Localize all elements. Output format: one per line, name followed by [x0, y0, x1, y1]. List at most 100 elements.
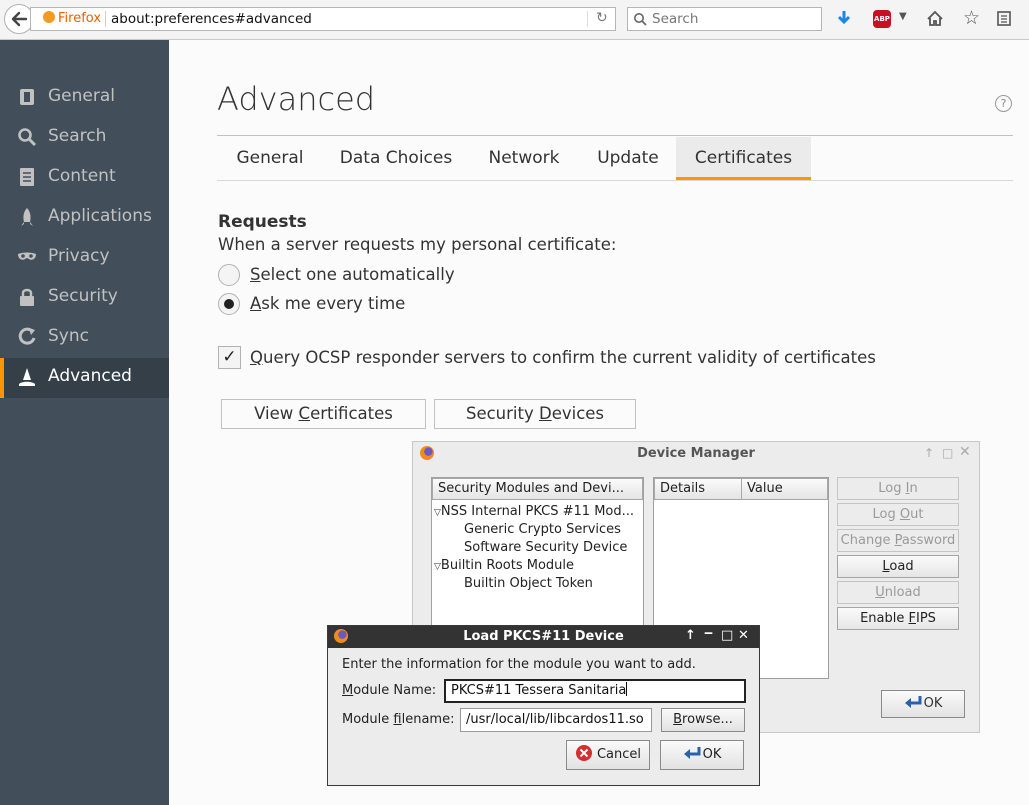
tab-data-choices[interactable]: Data Choices [327, 137, 465, 180]
sidebar-item-privacy[interactable]: Privacy [0, 238, 169, 278]
url-divider [587, 11, 588, 27]
tree-column-header[interactable]: Security Modules and Devi... [432, 478, 643, 500]
module-name-input[interactable]: PKCS#11 Tessera Sanitaria [444, 679, 746, 703]
expand-triangle-icon[interactable]: ▽ [434, 562, 441, 572]
module-filename-input[interactable]: /usr/local/lib/libcardos11.so [460, 708, 652, 732]
sidebar-item-label: Privacy [48, 246, 110, 266]
load-dialog-ok-button[interactable]: OK [660, 740, 744, 770]
advanced-wizard-icon [19, 368, 35, 386]
log-in-button[interactable]: Log In [837, 477, 959, 500]
close-icon[interactable]: ✕ [738, 628, 749, 643]
security-lock-icon [20, 288, 34, 306]
sidebar-item-applications[interactable]: Applications [0, 198, 169, 238]
radio-ask-every-time-label[interactable]: Ask me every time [250, 294, 405, 313]
radio-select-automatically[interactable] [218, 264, 240, 286]
sidebar-item-search[interactable]: Search [0, 118, 169, 158]
unload-button[interactable]: Unload [837, 581, 959, 604]
minimize-icon[interactable]: ‒ [704, 626, 713, 641]
value-column-header[interactable]: Value [741, 478, 828, 500]
radio-select-automatically-label[interactable]: Select one automatically [250, 265, 455, 284]
tab-certificates[interactable]: Certificates [676, 137, 811, 180]
tab-network[interactable]: Network [472, 137, 576, 180]
page-title: Advanced [217, 80, 376, 118]
sidebar-item-sync[interactable]: Sync [0, 318, 169, 358]
sidebar-item-label: Search [48, 126, 107, 146]
adblock-icon[interactable]: ABP [873, 10, 891, 28]
tree-item-builtin-object-token[interactable]: Builtin Object Token [464, 576, 593, 591]
security-devices-button[interactable]: Security Devices [434, 399, 636, 429]
tree-item-generic-crypto[interactable]: Generic Crypto Services [464, 522, 621, 537]
radio-ask-every-time[interactable] [218, 293, 240, 315]
sidebar-item-label: General [48, 86, 115, 106]
maximize-arrow-icon[interactable]: ↑ [924, 446, 934, 460]
ocsp-checkbox-label[interactable]: Query OCSP responder servers to confirm … [250, 348, 876, 367]
title-divider [217, 135, 1013, 136]
sidebar-item-general[interactable]: General [0, 78, 169, 118]
help-icon[interactable]: ? [995, 95, 1012, 112]
device-manager-ok-button[interactable]: OK [881, 690, 965, 718]
navigation-toolbar: Firefox about:preferences#advanced ↻ Sea… [0, 0, 1029, 40]
identity-box[interactable]: Firefox [43, 11, 101, 26]
sidebar-item-label: Applications [48, 206, 152, 226]
sidebar-item-label: Advanced [48, 366, 132, 386]
close-icon[interactable]: ✕ [959, 444, 971, 460]
firefox-logo-icon [43, 11, 55, 23]
details-column-header[interactable]: Details [654, 478, 742, 500]
module-filename-label: Module filename: [342, 712, 455, 727]
sidebar-item-label: Sync [48, 326, 89, 346]
privacy-mask-icon [18, 252, 36, 260]
tabs-divider [217, 180, 1013, 181]
log-out-button[interactable]: Log Out [837, 503, 959, 526]
adblock-dropdown-icon[interactable]: ▼ [899, 11, 907, 22]
tab-general[interactable]: General [220, 137, 320, 180]
requests-description: When a server requests my personal certi… [218, 235, 617, 254]
tree-item-nss-internal[interactable]: ▽NSS Internal PKCS #11 Mod... [434, 504, 634, 519]
tree-item-software-security[interactable]: Software Security Device [464, 540, 627, 555]
expand-triangle-icon[interactable]: ▽ [434, 508, 441, 518]
url-bar[interactable]: Firefox about:preferences#advanced ↻ [30, 7, 616, 31]
restore-icon[interactable]: □ [942, 446, 953, 460]
reload-icon[interactable]: ↻ [596, 10, 608, 26]
device-manager-title: Device Manager [637, 446, 755, 461]
text-cursor [626, 682, 628, 696]
reading-list-icon[interactable] [996, 10, 1012, 27]
change-password-button[interactable]: Change Password [837, 529, 959, 552]
search-bar[interactable]: Search [627, 7, 822, 31]
ocsp-checkbox[interactable]: ✓ [218, 346, 241, 369]
enter-arrow-icon [683, 747, 701, 759]
content-icon [20, 168, 34, 186]
cancel-button[interactable]: Cancel [566, 740, 650, 770]
sidebar-item-advanced[interactable]: Advanced [0, 358, 169, 398]
dialog-instructions: Enter the information for the module you… [342, 657, 696, 672]
maximize-arrow-icon[interactable]: ↑ [685, 628, 696, 643]
back-arrow-icon [11, 11, 28, 27]
enter-arrow-icon [904, 696, 922, 708]
view-certificates-button[interactable]: View Certificates [221, 399, 426, 429]
categories-sidebar: General Search Content Applications Priv… [0, 40, 169, 805]
browse-button[interactable]: Browse... [661, 708, 745, 732]
adblock-label: ABP [874, 15, 890, 23]
applications-icon [21, 208, 33, 226]
requests-heading: Requests [218, 212, 307, 232]
sidebar-item-label: Content [48, 166, 116, 186]
tab-update[interactable]: Update [584, 137, 672, 180]
identity-label: Firefox [58, 11, 102, 26]
load-pkcs11-dialog: Load PKCS#11 Device ↑ ‒ □ ✕ Enter the in… [327, 625, 760, 786]
home-icon[interactable] [926, 10, 944, 27]
magnifier-icon [634, 13, 647, 26]
tree-item-builtin-roots[interactable]: ▽Builtin Roots Module [434, 558, 574, 573]
bookmark-star-icon[interactable]: ☆ [963, 7, 980, 29]
cancel-x-icon [575, 745, 592, 761]
search-icon [18, 128, 37, 147]
search-placeholder: Search [652, 11, 699, 27]
sidebar-item-security[interactable]: Security [0, 278, 169, 318]
enable-fips-button[interactable]: Enable FIPS [837, 607, 959, 630]
load-button[interactable]: Load [837, 555, 959, 578]
sync-icon [18, 327, 36, 345]
downloads-icon[interactable] [836, 10, 852, 28]
identity-divider [105, 11, 106, 27]
general-icon [20, 89, 34, 105]
restore-icon[interactable]: □ [721, 628, 733, 643]
url-text[interactable]: about:preferences#advanced [111, 11, 312, 27]
sidebar-item-content[interactable]: Content [0, 158, 169, 198]
